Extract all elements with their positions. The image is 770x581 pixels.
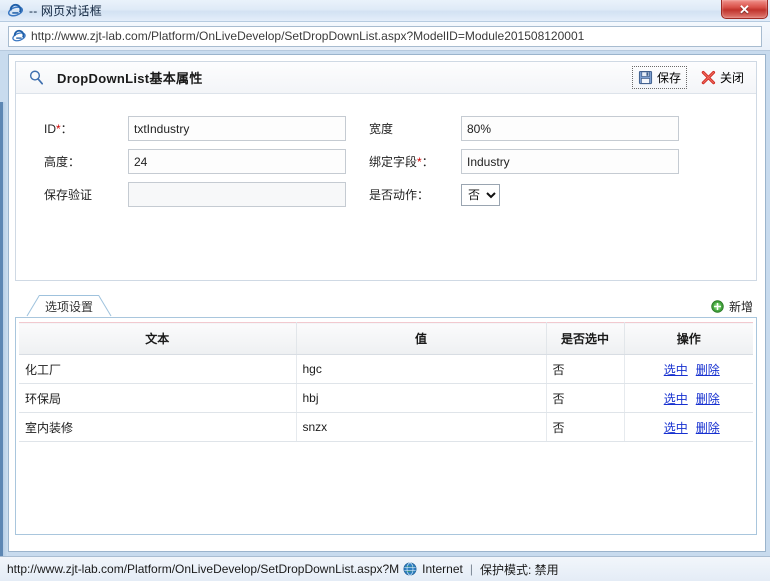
status-bar: http://www.zjt-lab.com/Platform/OnLiveDe… — [0, 556, 770, 581]
dialog-window: -- 网页对话框 ✕ http://www.zjt-lab.com/Platfo… — [0, 0, 770, 581]
tab-right-edge — [98, 295, 112, 317]
close-button-label: 关闭 — [719, 71, 744, 85]
properties-panel-header: DropDownList基本属性 保存 关闭 — [16, 62, 756, 94]
ie-page-icon — [12, 29, 26, 43]
bindfield-input[interactable] — [461, 149, 679, 174]
ie-icon — [8, 3, 23, 18]
table-row: 室内装修 snzx 否 选中 删除 — [19, 412, 753, 442]
width-input[interactable] — [461, 116, 679, 141]
page-content: DropDownList基本属性 保存 关闭 ID*： txtIndustry … — [8, 54, 766, 552]
panel-actions: 保存 关闭 — [631, 66, 750, 89]
status-protected-mode: 保护模式: 禁用 — [479, 562, 559, 577]
save-disk-icon — [638, 70, 653, 85]
cell-actions: 选中 删除 — [624, 383, 753, 413]
cell-selected: 否 — [546, 354, 625, 384]
isaction-select[interactable]: 否 — [461, 183, 500, 206]
field-id: ID*： — [16, 116, 346, 141]
cell-actions: 选中 删除 — [624, 412, 753, 442]
column-header-action: 操作 — [624, 322, 753, 355]
tab-option-settings[interactable]: 选项设置 — [26, 295, 112, 317]
cell-value: snzx — [296, 412, 547, 442]
address-bar: http://www.zjt-lab.com/Platform/OnLiveDe… — [0, 22, 770, 51]
delete-link[interactable]: 删除 — [696, 363, 720, 377]
red-x-icon — [701, 70, 716, 85]
form-row-3: 保存验证 是否动作： 否 — [16, 178, 756, 211]
savevalidate-input[interactable] — [128, 182, 346, 207]
cell-selected: 否 — [546, 383, 625, 413]
select-link[interactable]: 选中 — [664, 392, 688, 406]
status-url: http://www.zjt-lab.com/Platform/OnLiveDe… — [7, 562, 400, 576]
id-input[interactable] — [128, 116, 346, 141]
green-plus-icon — [711, 300, 724, 313]
column-header-value: 值 — [296, 322, 547, 355]
properties-form: ID*： 宽度 高度： — [16, 94, 756, 211]
form-row-2: 高度： 绑定字段*： — [16, 145, 756, 178]
save-button[interactable]: 保存 — [631, 66, 687, 89]
globe-icon — [403, 562, 417, 576]
form-row-1: ID*： 宽度 — [16, 112, 756, 145]
field-width: 宽度 — [369, 116, 679, 141]
magnifier-icon — [28, 69, 45, 86]
column-header-selected: 是否选中 — [546, 322, 625, 355]
table-header-row: 文本 值 是否选中 操作 — [19, 322, 753, 355]
close-button[interactable]: 关闭 — [695, 66, 750, 89]
cell-text: 环保局 — [19, 383, 297, 413]
address-url-text: http://www.zjt-lab.com/Platform/OnLiveDe… — [31, 29, 585, 43]
field-bindfield: 绑定字段*： — [369, 149, 679, 174]
tab-option-settings-label: 选项设置 — [45, 299, 94, 314]
column-header-text: 文本 — [19, 322, 297, 355]
field-savevalidate-label: 保存验证 — [44, 188, 93, 202]
cell-value: hbj — [296, 383, 547, 413]
add-new-label: 新增 — [728, 300, 753, 314]
page-title: DropDownList基本属性 — [57, 71, 203, 86]
browser-content-frame: DropDownList基本属性 保存 关闭 ID*： txtIndustry … — [0, 51, 770, 581]
table-row: 化工厂 hgc 否 选中 删除 — [19, 354, 753, 384]
properties-panel: DropDownList基本属性 保存 关闭 ID*： txtIndustry … — [15, 61, 757, 281]
status-zone: Internet | 保护模式: 禁用 — [403, 561, 559, 578]
options-grid: 文本 值 是否选中 操作 化工厂 hgc 否 选中 删除 环保局 hbj 否 选… — [19, 322, 753, 442]
field-isaction-label: 是否动作： — [369, 188, 430, 202]
window-title: -- 网页对话框 — [29, 4, 102, 18]
field-height: 高度： — [16, 149, 346, 174]
status-zone-label: Internet — [422, 562, 463, 576]
delete-link[interactable]: 删除 — [696, 392, 720, 406]
field-savevalidate: 保存验证 — [16, 182, 346, 207]
cell-selected: 否 — [546, 412, 625, 442]
field-height-label: 高度： — [44, 155, 81, 169]
options-grid-container: 文本 值 是否选中 操作 化工厂 hgc 否 选中 删除 环保局 hbj 否 选… — [15, 317, 757, 535]
field-width-label: 宽度 — [369, 122, 394, 136]
cell-actions: 选中 删除 — [624, 354, 753, 384]
status-separator: | — [469, 562, 473, 576]
chrome-left-border — [0, 102, 3, 581]
address-input[interactable]: http://www.zjt-lab.com/Platform/OnLiveDe… — [8, 25, 762, 47]
select-link[interactable]: 选中 — [664, 421, 688, 435]
window-titlebar: -- 网页对话框 ✕ — [0, 0, 770, 22]
add-new-button[interactable]: 新增 — [711, 298, 753, 315]
height-input[interactable] — [128, 149, 346, 174]
options-section: 选项设置 新增 文本 值 是否选中 操作 化工厂 hgc 否 选中 删除 环保局… — [15, 293, 757, 535]
table-row: 环保局 hbj 否 选中 删除 — [19, 383, 753, 413]
delete-link[interactable]: 删除 — [696, 421, 720, 435]
tabstrip: 选项设置 新增 — [15, 293, 757, 317]
save-button-label: 保存 — [656, 71, 681, 85]
field-id-label: ID*： — [44, 122, 73, 136]
select-link[interactable]: 选中 — [664, 363, 688, 377]
field-bindfield-label: 绑定字段*： — [369, 155, 434, 169]
cell-text: 室内装修 — [19, 412, 297, 442]
cell-value: hgc — [296, 354, 547, 384]
tab-left-edge — [26, 295, 40, 317]
cell-text: 化工厂 — [19, 354, 297, 384]
close-icon: ✕ — [739, 1, 750, 17]
field-isaction: 是否动作： 否 — [369, 183, 500, 206]
window-close-button[interactable]: ✕ — [721, 0, 768, 19]
